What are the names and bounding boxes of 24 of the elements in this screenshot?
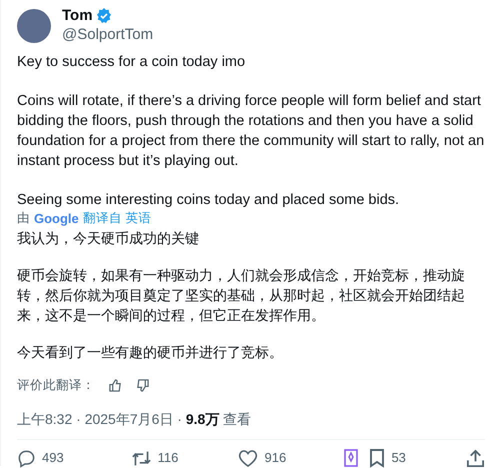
post-text: Seeing some interesting coins today and placed some bids.	[17, 191, 400, 210]
speech-bubble-icon[interactable]	[17, 448, 36, 468]
translated-text: 我认为，今天硬币成功的关键	[17, 229, 200, 248]
rate-translation-label: 评价此翻译：	[17, 377, 95, 394]
action-count: 916	[264, 449, 286, 467]
heart-icon[interactable]	[238, 448, 258, 468]
translated-text: 硬币会旋转，如果有一种驱动力，人们就会形成信念，开始竞标，推动旋转，然后你就为项目奠定了坚实的基础，从那时起，社区就会开始团结起来，这不是一个瞬间的过程，但它正在发挥作用。	[17, 266, 466, 325]
author-handle[interactable]: @SolportTom	[62, 25, 154, 44]
repost-icon[interactable]	[130, 448, 152, 468]
action-count: 53	[391, 449, 406, 467]
post-timestamp-views: 上午8:32 · 2025年7月6日 · 9.8万 查看	[17, 409, 485, 440]
author-name[interactable]: Tom	[62, 6, 93, 25]
action-count: 493	[42, 449, 64, 467]
avatar[interactable]	[17, 9, 51, 43]
thumbs-down-icon[interactable]	[136, 378, 149, 392]
translated-by-label: 由	[17, 210, 30, 227]
share-icon[interactable]	[466, 448, 485, 468]
action-count: 116	[158, 449, 178, 467]
bookmark-icon[interactable]	[369, 448, 386, 468]
post-text: Coins will rotate, if there’s a driving force people will form belief and start bidding the floors, push through the rotations and then you have a solid foundation for a project from there the community will start to rally, not an instant process but it’s playing out.	[17, 92, 485, 171]
thumbs-up-icon[interactable]	[109, 378, 122, 392]
post-text: Key to success for a coin today imo	[17, 53, 246, 72]
translated-text: 今天看到了一些有趣的硬币并进行了竞标。	[17, 343, 284, 362]
google-logo: Google	[34, 210, 79, 227]
